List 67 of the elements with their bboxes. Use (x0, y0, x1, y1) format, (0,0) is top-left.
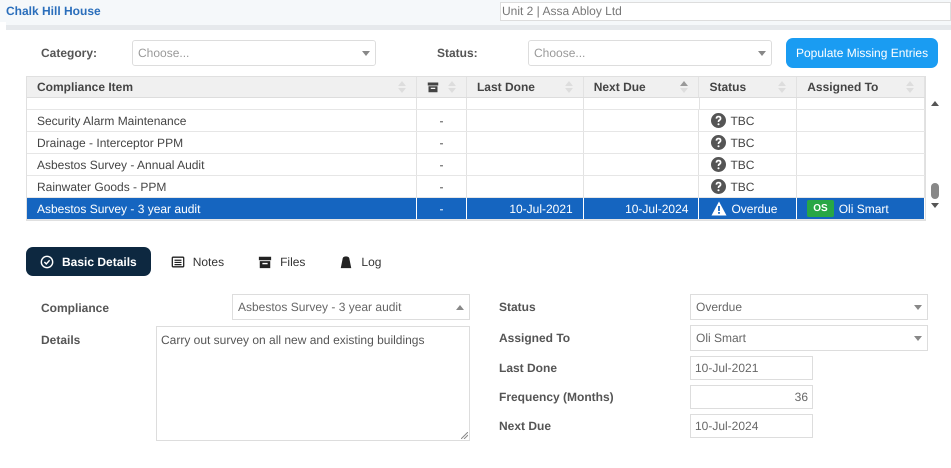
status-text: TBC (730, 134, 754, 152)
check-circle-icon (40, 254, 54, 268)
status-text: TBC (730, 178, 754, 196)
tab[interactable]: Basic Details (26, 247, 151, 276)
question-icon (711, 135, 726, 150)
question-icon (711, 157, 726, 172)
caret-icon (930, 203, 938, 208)
form-label: Assigned To (499, 330, 572, 347)
column-header[interactable]: Last Done (466, 77, 584, 97)
caret-icon (362, 50, 370, 56)
table-cell: - (417, 132, 467, 153)
table-cell: 10-Jul-2021 (466, 198, 584, 219)
caret-icon (930, 101, 938, 106)
tab[interactable]: Log (325, 247, 396, 276)
initials-badge: OS (807, 200, 834, 217)
table-row[interactable]: Asbestos Survey - 3 year audit - 10-Jul-2021 10-Jul-2024 Overdue OS Oli Smart (27, 198, 925, 220)
form-input[interactable]: 36 (690, 385, 813, 409)
column-header[interactable]: Compliance Item (27, 77, 418, 97)
form-input[interactable]: 10-Jul-2024 (690, 414, 813, 438)
table-row[interactable]: Drainage - Interceptor PPM - TBC (27, 132, 925, 154)
compliance-select[interactable]: Asbestos Survey - 3 year audit (232, 294, 470, 320)
status-text: TBC (730, 112, 754, 130)
archive-icon (427, 81, 440, 93)
assignee-name: Oli Smart (838, 200, 889, 218)
form-label: Last Done (499, 360, 558, 377)
table-cell: - (417, 110, 467, 131)
form-label: Status (499, 299, 537, 316)
column-header[interactable]: Status (699, 77, 798, 97)
column-header[interactable]: Next Due (584, 77, 700, 97)
form-label: Details (41, 332, 82, 349)
form-input[interactable]: 10-Jul-2021 (690, 356, 813, 380)
table-cell: 10-Jul-2024 (584, 198, 700, 219)
status-text: TBC (730, 156, 754, 174)
table-cell: Asbestos Survey - Annual Audit (27, 154, 418, 175)
bag-icon (339, 254, 354, 268)
scrollbar-thumb[interactable] (930, 183, 938, 199)
table-row[interactable]: Rainwater Goods - PPM - TBC (27, 176, 925, 198)
form-select[interactable]: Oli Smart (690, 325, 928, 351)
table-cell: Rainwater Goods - PPM (27, 176, 418, 197)
table-cell: - (417, 154, 467, 175)
table-cell: - (417, 198, 467, 219)
filter-label: Category: (41, 45, 98, 62)
table-cell: - (417, 176, 467, 197)
list-icon (170, 254, 185, 268)
form-select[interactable]: Overdue (690, 294, 928, 320)
status-text: Overdue (731, 200, 778, 218)
warning-icon (711, 201, 728, 216)
table-row[interactable]: Security Alarm Maintenance - TBC (27, 110, 925, 132)
caret-icon (758, 50, 766, 56)
tab[interactable]: Notes (156, 247, 238, 276)
table-cell: Asbestos Survey - 3 year audit (27, 198, 418, 219)
form-label: Frequency (Months) (499, 389, 615, 406)
form-label: Compliance (41, 300, 110, 317)
archive-icon (258, 254, 272, 268)
question-icon (711, 113, 726, 128)
tab[interactable]: Files (244, 247, 320, 276)
column-header[interactable]: Assigned To (797, 77, 925, 97)
page-title: Chalk Hill House (6, 3, 102, 20)
resize-handle-icon (461, 432, 468, 439)
table-cell: Security Alarm Maintenance (27, 110, 418, 131)
table-row[interactable]: Asbestos Survey - Annual Audit - TBC (27, 154, 925, 176)
question-icon (711, 179, 726, 194)
filter-label: Status: (437, 45, 479, 62)
unit-field[interactable]: Unit 2 | Assa Abloy Ltd (500, 2, 951, 20)
form-label: Next Due (499, 418, 552, 435)
table-cell: Drainage - Interceptor PPM (27, 132, 418, 153)
details-textarea[interactable]: Carry out survey on all new and existing buildings (156, 326, 470, 441)
